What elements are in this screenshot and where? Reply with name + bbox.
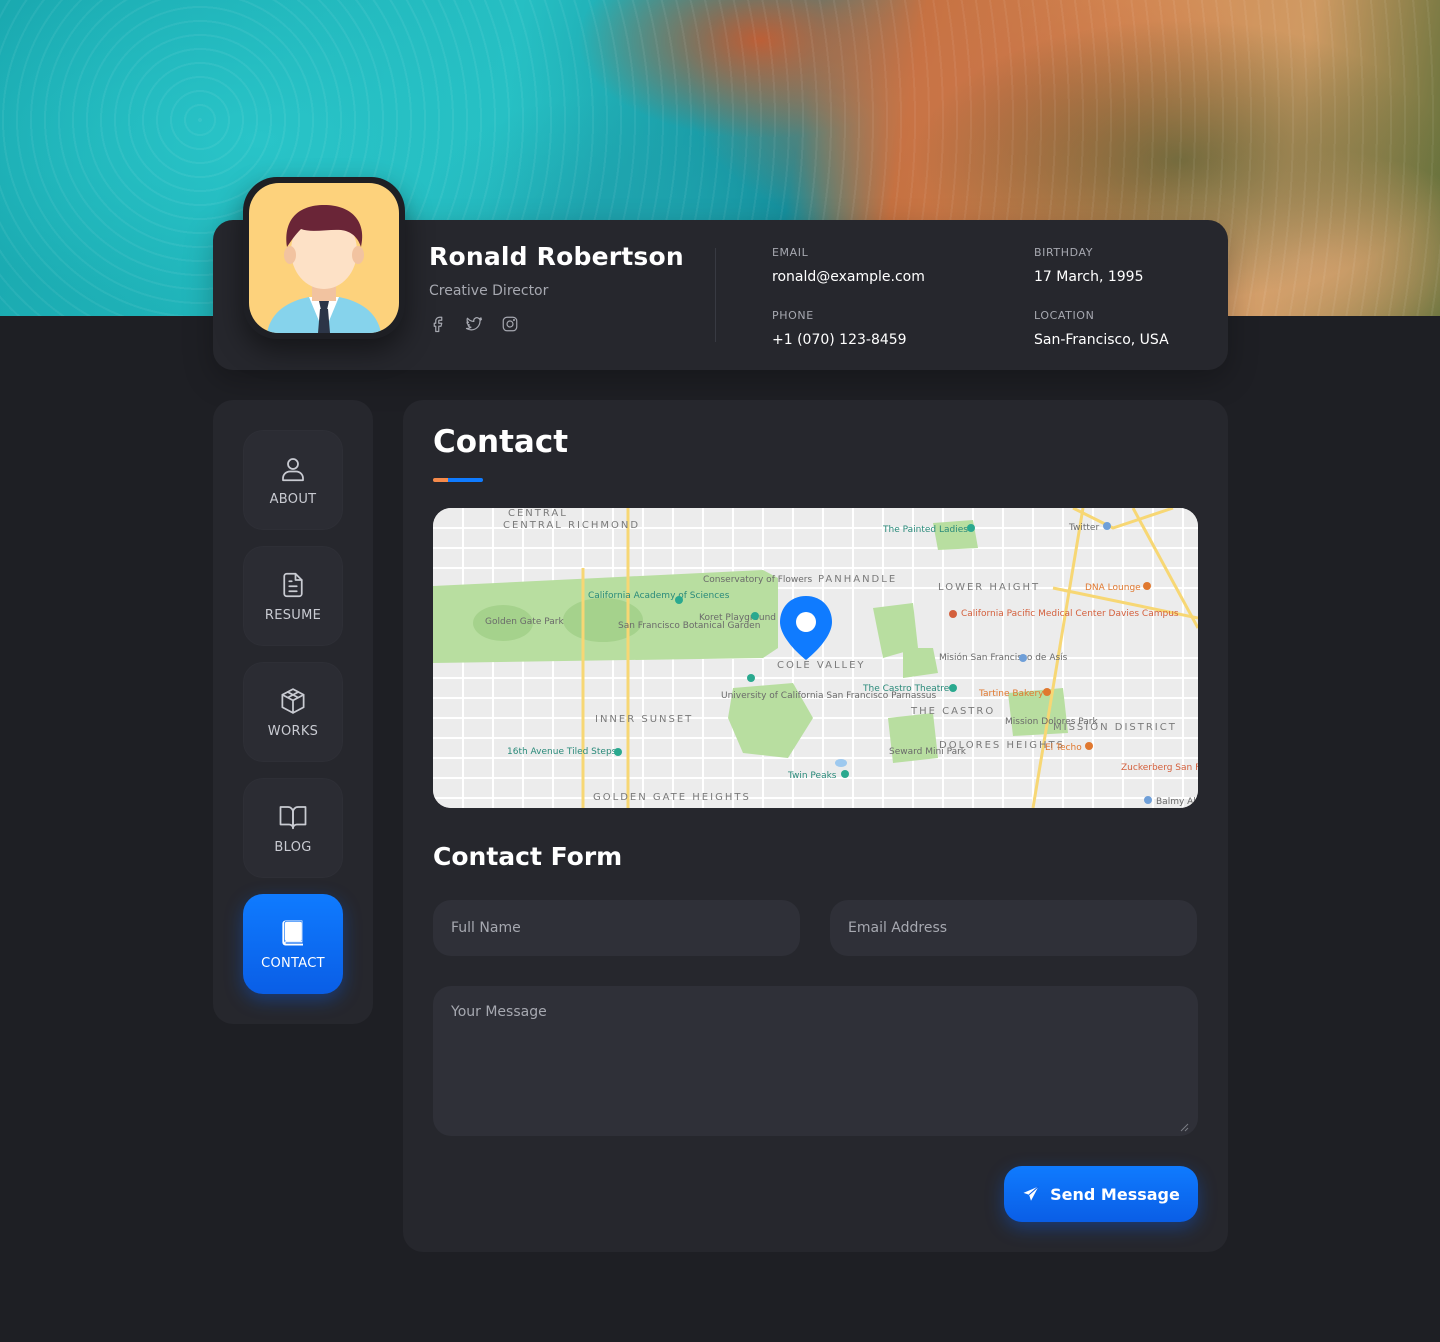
sidebar-nav: ABOUT RESUME WORKS BLOG CONTACT <box>213 400 373 1024</box>
message-textarea[interactable] <box>433 986 1198 1136</box>
info-email: EMAIL ronald@example.com <box>772 246 925 285</box>
facebook-icon[interactable] <box>429 315 447 333</box>
user-icon <box>278 454 308 484</box>
map-label-inner-sunset: INNER SUNSET <box>595 714 693 725</box>
map-label-panhandle: PANHANDLE <box>818 574 897 585</box>
book-open-icon <box>278 802 308 832</box>
map-label-painted-ladies: The Painted Ladies <box>882 525 968 535</box>
map-label-golden-gate-heights: GOLDEN GATE HEIGHTS <box>593 792 751 803</box>
sidebar-item-label: BLOG <box>274 839 312 855</box>
map-label-balmy-alley: Balmy Alley <box>1156 797 1198 807</box>
avatar <box>249 183 399 333</box>
map-label-ucsf: University of California San Francisco P… <box>721 691 936 701</box>
resize-grip-icon[interactable] <box>1179 1117 1189 1132</box>
sidebar-item-label: CONTACT <box>261 955 325 971</box>
send-message-button[interactable]: Send Message <box>1004 1166 1198 1222</box>
sidebar-item-works[interactable]: WORKS <box>243 662 343 762</box>
map-label-cole-valley: COLE VALLEY <box>777 660 866 671</box>
map-label-cpmc-davies: California Pacific Medical Center Davies… <box>961 609 1179 619</box>
sidebar-item-contact[interactable]: CONTACT <box>243 894 343 994</box>
instagram-icon[interactable] <box>501 315 519 333</box>
map-label-lower-haight: LOWER HAIGHT <box>938 582 1040 593</box>
sidebar-item-about[interactable]: ABOUT <box>243 430 343 530</box>
map-label-tartine-bakery: Tartine Bakery <box>978 689 1044 699</box>
profile-card: Ronald Robertson Creative Director EMAIL… <box>213 177 1228 370</box>
map-label-mision-dolores: Misión San Francisco de Asís <box>939 652 1068 663</box>
svg-text:CENTRAL: CENTRAL <box>508 508 568 519</box>
email-label: EMAIL <box>772 246 809 259</box>
map-label-central-richmond: CENTRAL RICHMOND <box>503 520 640 531</box>
profile-name: Ronald Robertson <box>429 242 684 271</box>
profile-identity: Ronald Robertson Creative Director <box>429 242 684 333</box>
sidebar-item-blog[interactable]: BLOG <box>243 778 343 878</box>
info-birthday: BIRTHDAY 17 March, 1995 <box>1034 246 1143 285</box>
profile-divider <box>715 248 716 342</box>
email-address-input[interactable] <box>830 900 1197 956</box>
send-message-label: Send Message <box>1050 1184 1180 1204</box>
map-label-koret-playground: Koret Playground <box>699 613 776 623</box>
map-label-dolores-park: Mission Dolores Park <box>1005 717 1098 727</box>
sidebar-item-label: WORKS <box>267 723 319 739</box>
title-underline <box>433 478 483 482</box>
phone-label: PHONE <box>772 309 814 322</box>
map-label-el-techo: El Techo <box>1045 743 1082 753</box>
phone-value[interactable]: +1 (070) 123-8459 <box>772 332 907 348</box>
avatar-frame <box>243 177 405 339</box>
birthday-value: 17 March, 1995 <box>1034 269 1144 285</box>
map-label-twitter: Twitter <box>1068 523 1099 533</box>
map-label-zuckerberg-general: Zuckerberg San Francisco General <box>1121 763 1198 773</box>
sidebar-item-label: RESUME <box>264 607 322 623</box>
document-icon <box>278 570 308 600</box>
sidebar-item-resume[interactable]: RESUME <box>243 546 343 646</box>
map-label-academy-of-sciences: California Academy of Sciences <box>588 591 730 601</box>
map-label-tiled-steps: 16th Avenue Tiled Steps <box>507 747 617 757</box>
email-value[interactable]: ronald@example.com <box>772 269 925 285</box>
page-title: Contact <box>433 424 569 460</box>
location-map[interactable]: CENTRAL CENTRAL RICHMOND PANHANDLE LOWER… <box>433 508 1198 808</box>
contact-section: Contact CENTRAL CENTRAL RICHMOND PANHAND… <box>403 400 1228 1252</box>
sidebar-item-label: ABOUT <box>269 491 317 507</box>
location-label: LOCATION <box>1034 309 1095 322</box>
map-label-conservatory: Conservatory of Flowers <box>703 575 813 585</box>
social-links <box>429 315 684 333</box>
info-location: LOCATION San-Francisco, USA <box>1034 309 1169 348</box>
map-label-seward-mini-park: Seward Mini Park <box>889 747 967 757</box>
info-phone: PHONE +1 (070) 123-8459 <box>772 309 907 348</box>
form-title: Contact Form <box>433 842 623 871</box>
full-name-input[interactable] <box>433 900 800 956</box>
box-icon <box>278 686 308 716</box>
paper-plane-icon <box>1022 1185 1040 1203</box>
map-label-twin-peaks: Twin Peaks <box>787 771 837 781</box>
location-value: San-Francisco, USA <box>1034 332 1169 348</box>
book-icon <box>278 918 308 948</box>
map-label-the-castro: THE CASTRO <box>910 706 995 717</box>
birthday-label: BIRTHDAY <box>1034 246 1094 259</box>
map-label-golden-gate-park: Golden Gate Park <box>485 617 564 627</box>
profile-role: Creative Director <box>429 283 549 299</box>
twitter-icon[interactable] <box>465 315 483 333</box>
map-label-dna-lounge: DNA Lounge <box>1085 583 1141 593</box>
